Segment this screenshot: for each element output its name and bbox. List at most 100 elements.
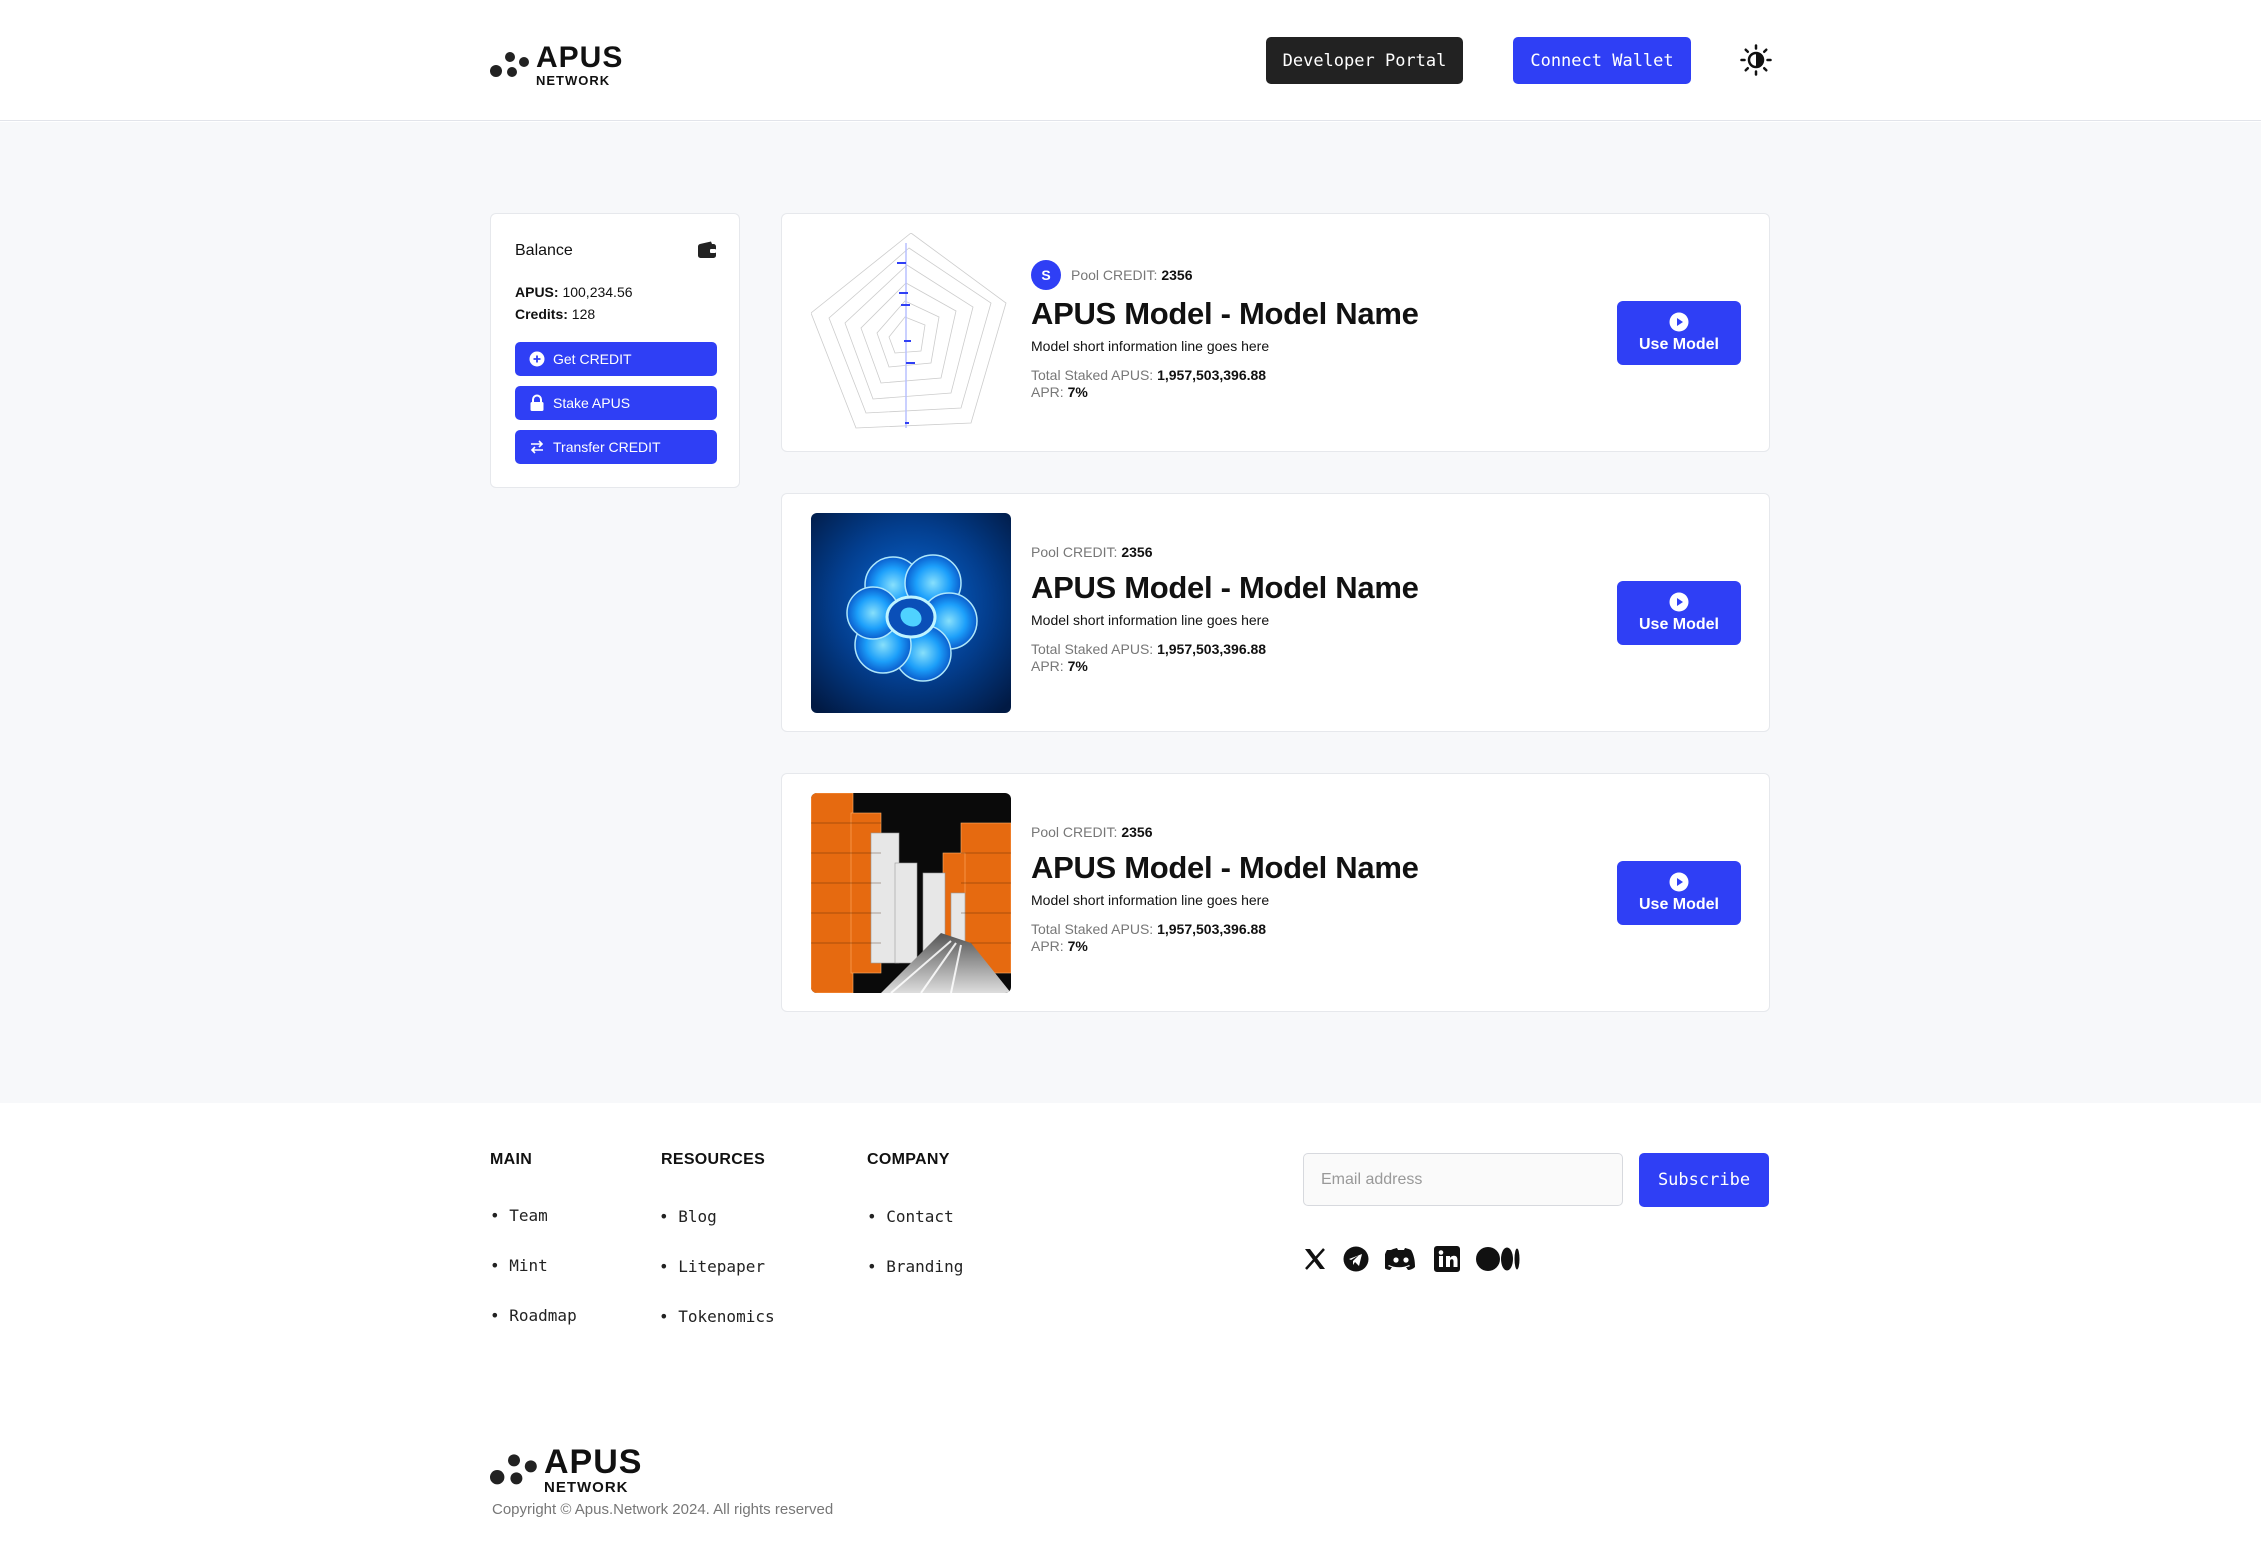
apr: APR: 7% (1031, 938, 1419, 955)
play-circle-icon (1669, 592, 1689, 612)
logo-mark-icon (490, 52, 529, 77)
total-staked: Total Staked APUS: 1,957,503,396.88 (1031, 641, 1419, 658)
play-circle-icon (1669, 312, 1689, 332)
model-info: Pool CREDIT: 2356 APUS Model - Model Nam… (1031, 544, 1419, 675)
model-description: Model short information line goes here (1031, 892, 1270, 908)
x-icon[interactable] (1302, 1246, 1328, 1272)
logo-mark-icon (490, 1454, 537, 1485)
swap-arrows-icon (530, 440, 544, 454)
model-name: APUS Model - Model Name (1031, 296, 1419, 331)
total-staked-label: Total Staked APUS: (1031, 367, 1154, 383)
apr-label: APR: (1031, 384, 1064, 400)
wireframe-pentagon-image (811, 233, 1011, 433)
footer-link-team[interactable]: • Team (490, 1206, 548, 1225)
model-name: APUS Model - Model Name (1031, 570, 1419, 605)
credits-balance: Credits: 128 (515, 306, 595, 322)
total-staked-label: Total Staked APUS: (1031, 641, 1154, 657)
footer-link-label: Roadmap (509, 1306, 577, 1325)
use-model-label: Use Model (1638, 336, 1719, 353)
subscribe-button[interactable]: Subscribe (1639, 1153, 1769, 1207)
footer-link-label: Blog (678, 1207, 717, 1226)
apr-value: 7% (1067, 658, 1088, 674)
footer-heading-main: MAIN (490, 1151, 533, 1168)
footer-link-label: Litepaper (678, 1257, 765, 1276)
pool-credit: Pool CREDIT: 2356 (1031, 824, 1419, 840)
apr-value: 7% (1067, 938, 1088, 954)
logo-word-network: NETWORK (536, 73, 611, 88)
main-content: Balance APUS: 100,234.56 Credits: 128 Ge… (0, 122, 2261, 1103)
footer-heading-company: COMPANY (867, 1151, 950, 1168)
total-staked-value: 1,957,503,396.88 (1157, 921, 1267, 937)
medium-icon[interactable] (1476, 1246, 1520, 1272)
total-staked-value: 1,957,503,396.88 (1157, 367, 1267, 383)
discord-icon[interactable] (1385, 1246, 1417, 1272)
footer-link-label: Tokenomics (678, 1307, 775, 1326)
connect-wallet-button[interactable]: Connect Wallet (1513, 37, 1691, 84)
footer-link-blog[interactable]: • Blog (659, 1207, 717, 1226)
credits-balance-value: 128 (571, 306, 596, 322)
stake-apus-button[interactable]: Stake APUS (515, 386, 717, 420)
model-description: Model short information line goes here (1031, 338, 1270, 354)
footer-heading-resources: RESOURCES (661, 1151, 766, 1168)
footer-link-mint[interactable]: • Mint (490, 1256, 548, 1275)
pool-credit-value: 2356 (1121, 824, 1153, 840)
play-circle-icon (1669, 872, 1689, 892)
apus-balance: APUS: 100,234.56 (515, 284, 633, 300)
get-credit-button[interactable]: Get CREDIT (515, 342, 717, 376)
total-staked-value: 1,957,503,396.88 (1157, 641, 1267, 657)
transfer-credit-button[interactable]: Transfer CREDIT (515, 430, 717, 464)
use-model-button[interactable]: Use Model (1617, 581, 1741, 645)
avatar: S (1031, 260, 1061, 290)
plus-circle-icon (529, 351, 545, 367)
total-staked-label: Total Staked APUS: (1031, 921, 1154, 937)
footer-link-roadmap[interactable]: • Roadmap (490, 1306, 577, 1325)
developer-portal-button[interactable]: Developer Portal (1266, 37, 1463, 84)
sun-icon[interactable] (1740, 44, 1772, 76)
wallet-icon (698, 241, 716, 258)
logo-word-network: NETWORK (544, 1479, 629, 1496)
telegram-icon[interactable] (1343, 1246, 1369, 1272)
lock-icon (530, 394, 544, 411)
use-model-label: Use Model (1638, 896, 1719, 913)
apus-network-footer-logo[interactable]: APUS NETWORK (490, 1445, 642, 1495)
apus-balance-label: APUS: (515, 284, 559, 300)
footer-link-contact[interactable]: • Contact (867, 1207, 954, 1226)
apr-value: 7% (1067, 384, 1088, 400)
model-card: S Pool CREDIT: 2356 APUS Model - Model N… (781, 213, 1770, 452)
total-staked: Total Staked APUS: 1,957,503,396.88 (1031, 921, 1419, 938)
footer-link-label: Team (509, 1206, 548, 1225)
use-model-button[interactable]: Use Model (1617, 301, 1741, 365)
footer-link-label: Contact (886, 1207, 954, 1226)
orange-city-image (811, 793, 1011, 993)
footer: MAIN • Team • Mint • Roadmap RESOURCES •… (0, 1103, 2261, 1565)
get-credit-label: Get CREDIT (553, 351, 632, 367)
apus-balance-value: 100,234.56 (562, 284, 633, 300)
model-card: Pool CREDIT: 2356 APUS Model - Model Nam… (781, 773, 1770, 1012)
balance-card: Balance APUS: 100,234.56 Credits: 128 Ge… (490, 213, 740, 488)
copyright-text: Copyright © Apus.Network 2024. All right… (492, 1501, 834, 1518)
use-model-button[interactable]: Use Model (1617, 861, 1741, 925)
apr-label: APR: (1031, 938, 1064, 954)
footer-link-branding[interactable]: • Branding (867, 1257, 963, 1276)
model-info: S Pool CREDIT: 2356 APUS Model - Model N… (1031, 260, 1419, 401)
use-model-label: Use Model (1638, 616, 1719, 633)
balance-title: Balance (515, 242, 573, 259)
apus-network-logo[interactable]: APUS NETWORK (490, 43, 623, 87)
linkedin-icon[interactable] (1434, 1246, 1460, 1272)
apr-label: APR: (1031, 658, 1064, 674)
email-input[interactable]: Email address (1303, 1153, 1623, 1206)
footer-link-label: Branding (886, 1257, 964, 1276)
credits-balance-label: Credits: (515, 306, 568, 322)
logo-word-apus: APUS (544, 1443, 643, 1481)
apr: APR: 7% (1031, 658, 1419, 675)
total-staked: Total Staked APUS: 1,957,503,396.88 (1031, 367, 1419, 384)
apr: APR: 7% (1031, 384, 1419, 401)
model-info: Pool CREDIT: 2356 APUS Model - Model Nam… (1031, 824, 1419, 955)
footer-link-litepaper[interactable]: • Litepaper (659, 1257, 765, 1276)
pool-credit-label: Pool CREDIT: (1071, 267, 1158, 283)
footer-link-tokenomics[interactable]: • Tokenomics (659, 1307, 775, 1326)
pool-credit-label: Pool CREDIT: (1031, 824, 1118, 840)
pool-credit: Pool CREDIT: 2356 (1031, 544, 1419, 560)
stake-apus-label: Stake APUS (553, 395, 631, 411)
header: APUS NETWORK Developer Portal Connect Wa… (0, 0, 2261, 121)
